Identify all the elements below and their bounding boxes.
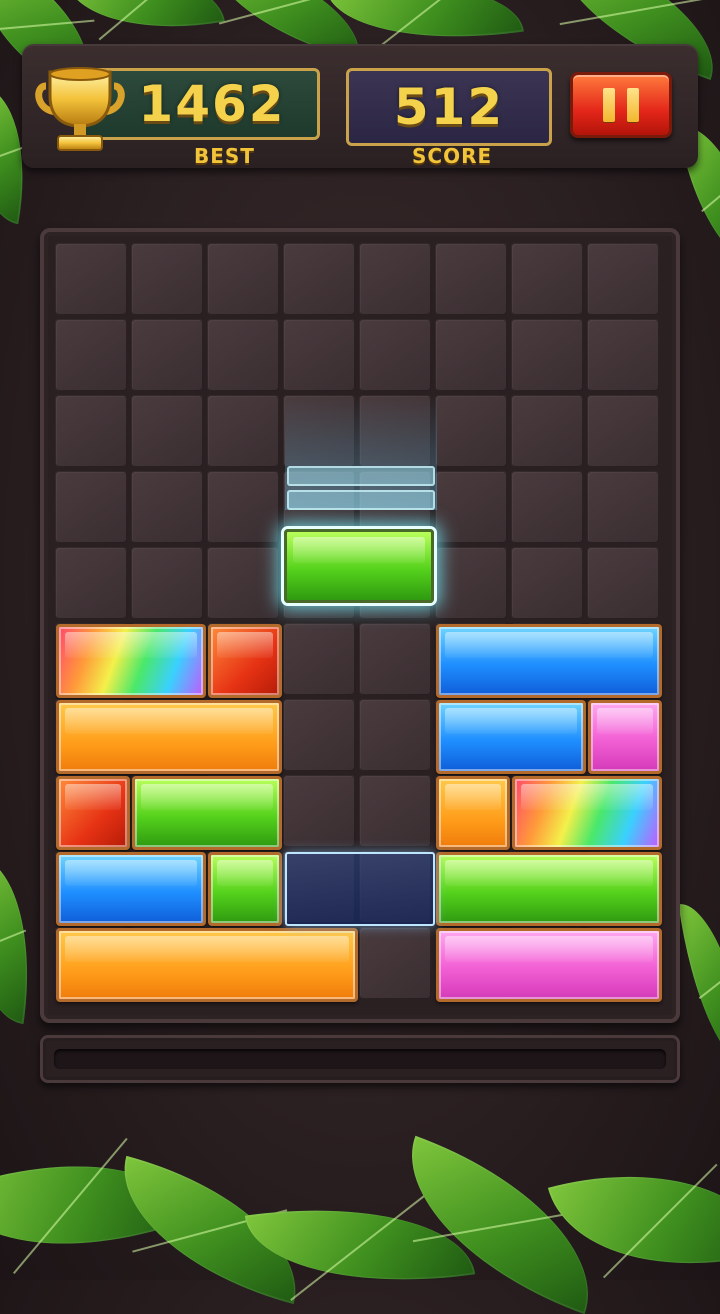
- drop-trail: [287, 466, 435, 486]
- board-cell: [511, 319, 583, 391]
- blue-jewel-block[interactable]: [436, 624, 662, 698]
- board-cell: [359, 319, 431, 391]
- board-cell: [55, 395, 127, 467]
- blue-jewel-block[interactable]: [436, 700, 586, 774]
- board-cell: [359, 927, 431, 999]
- pink-jewel-block[interactable]: [436, 928, 662, 1002]
- hud-bar: 1462 BEST 512 SCORE: [22, 44, 698, 168]
- blue-jewel-block[interactable]: [56, 852, 206, 926]
- board-cell: [131, 243, 203, 315]
- leaf-decoration: [65, 0, 225, 48]
- board-cell: [207, 319, 279, 391]
- board-cell: [55, 243, 127, 315]
- board-cell: [359, 775, 431, 847]
- leaf-decoration: [0, 855, 46, 1025]
- progress-bar: [40, 1035, 680, 1083]
- score-value: 512: [393, 78, 505, 136]
- board-cell: [587, 471, 659, 543]
- board-cell: [435, 547, 507, 619]
- board-cell: [131, 395, 203, 467]
- board-cell: [283, 699, 355, 771]
- board-cell: [55, 547, 127, 619]
- board-cell: [207, 471, 279, 543]
- board-cell: [511, 471, 583, 543]
- pink-jewel-block[interactable]: [588, 700, 662, 774]
- board-cell: [435, 395, 507, 467]
- rainbow-jewel-block[interactable]: [512, 776, 662, 850]
- board-cell: [131, 547, 203, 619]
- orange-jewel-block[interactable]: [436, 776, 510, 850]
- board-cell: [283, 623, 355, 695]
- best-score-value: 1462: [138, 75, 286, 133]
- board-cell: [587, 319, 659, 391]
- board-cell: [283, 775, 355, 847]
- board-cell: [283, 319, 355, 391]
- red-jewel-block[interactable]: [56, 776, 130, 850]
- board-cell: [511, 243, 583, 315]
- orange-jewel-block[interactable]: [56, 928, 358, 1002]
- orange-jewel-block[interactable]: [56, 700, 282, 774]
- board-cell: [587, 243, 659, 315]
- board-cell: [359, 623, 431, 695]
- progress-track-inner: [54, 1049, 666, 1069]
- leaf-decoration: [678, 897, 720, 1073]
- board-cell: [435, 471, 507, 543]
- board-cell: [435, 243, 507, 315]
- score-panel: 512: [346, 68, 552, 146]
- board-cell: [359, 243, 431, 315]
- board-cell: [359, 699, 431, 771]
- board-cell: [435, 319, 507, 391]
- board-cell: [55, 471, 127, 543]
- drop-trail: [287, 490, 435, 510]
- board-cell: [131, 471, 203, 543]
- board-cell: [511, 547, 583, 619]
- rainbow-jewel-block[interactable]: [56, 624, 206, 698]
- board-cell: [283, 243, 355, 315]
- board-cell: [207, 547, 279, 619]
- trophy-icon: [35, 67, 125, 151]
- red-jewel-block[interactable]: [208, 624, 282, 698]
- pause-icon: [627, 88, 639, 122]
- board-cell: [207, 395, 279, 467]
- falling-jewel-block[interactable]: [284, 529, 434, 603]
- landing-slot: [285, 852, 435, 926]
- board-cell: [587, 547, 659, 619]
- board-cell: [587, 395, 659, 467]
- board-cell: [131, 319, 203, 391]
- best-label: BEST: [194, 144, 255, 168]
- score-label: SCORE: [412, 144, 493, 168]
- pause-button[interactable]: [570, 72, 672, 138]
- board-cell: [207, 243, 279, 315]
- green-jewel-block[interactable]: [132, 776, 282, 850]
- green-jewel-block[interactable]: [436, 852, 662, 926]
- board-cell: [511, 395, 583, 467]
- pause-icon: [603, 88, 615, 122]
- green-jewel-block[interactable]: [208, 852, 282, 926]
- board-cell: [55, 319, 127, 391]
